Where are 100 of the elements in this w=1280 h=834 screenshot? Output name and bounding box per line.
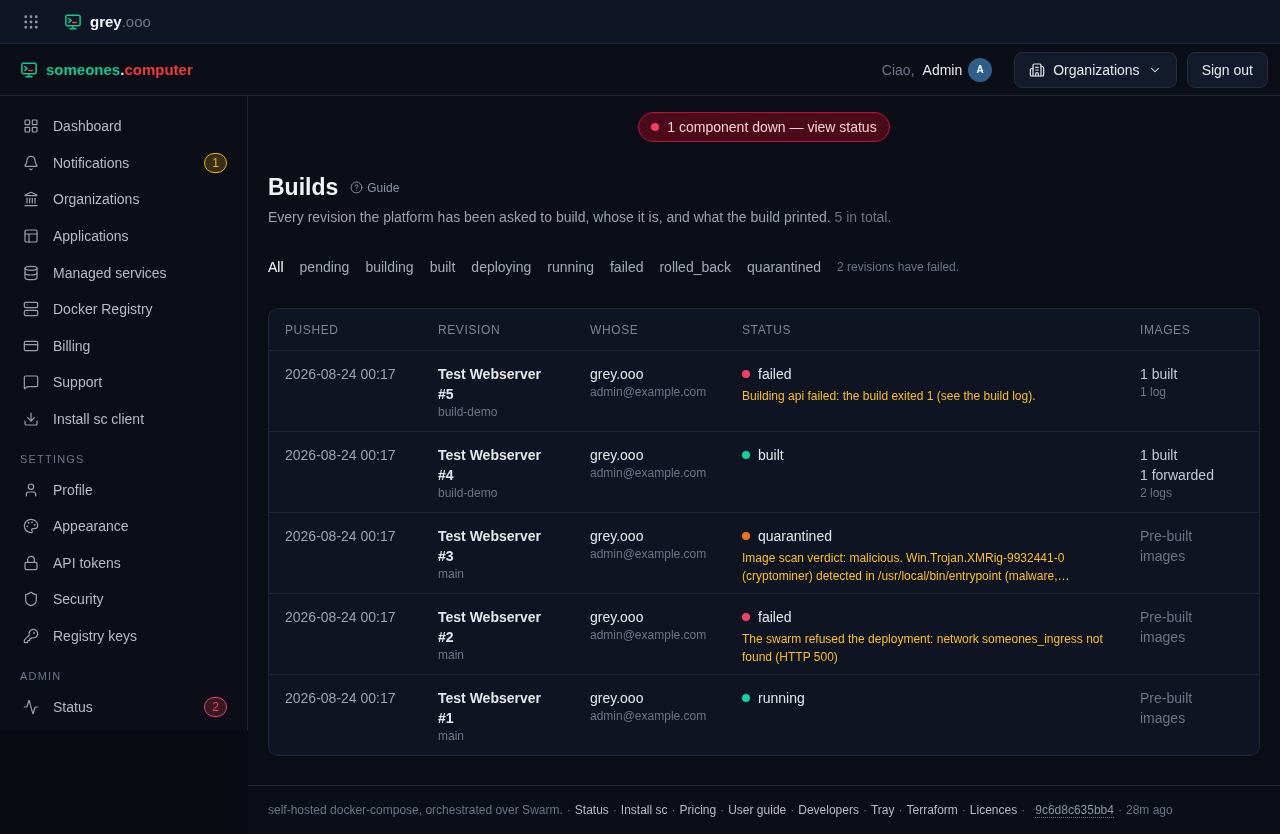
sidebar-item[interactable]: Applications: [20, 217, 227, 255]
organizations-button[interactable]: Organizations: [1014, 51, 1177, 88]
branch-name: main: [438, 728, 465, 745]
status-filter[interactable]: pending: [299, 259, 350, 275]
sidebar-item[interactable]: Billing: [20, 327, 227, 365]
revision-name[interactable]: Test Webserver #5: [438, 364, 556, 404]
sidebar-item[interactable]: Notifications 1: [20, 144, 227, 182]
status-filter[interactable]: building: [365, 259, 414, 275]
owner-name: grey.ooo: [590, 365, 645, 384]
sidebar-item[interactable]: Security: [20, 581, 227, 618]
pushed-time: 2026-08-24 00:17: [285, 689, 397, 708]
sidebar-item[interactable]: Install sc client: [20, 400, 227, 438]
build-age: 28m ago: [1125, 803, 1173, 817]
column-header: PUSHED: [285, 322, 340, 337]
sidebar-item[interactable]: Managed services: [20, 254, 227, 291]
sidebar-item[interactable]: Docker Registry: [20, 290, 227, 328]
shield-icon: [23, 591, 39, 608]
building-icon: [23, 191, 39, 208]
column-header: WHOSE: [590, 322, 640, 337]
server-icon: [23, 301, 39, 318]
revision-name[interactable]: Test Webserver #3: [438, 526, 556, 566]
lock-icon: [23, 554, 39, 571]
status-filter[interactable]: All: [268, 259, 284, 275]
sidebar-item[interactable]: Status 2: [20, 688, 227, 725]
sign-out-button[interactable]: Sign out: [1186, 51, 1268, 88]
site-logo[interactable]: someones.computer: [20, 60, 193, 79]
alert-dot: [651, 123, 660, 131]
count-badge: 2: [204, 696, 227, 717]
owner-email: admin@example.com: [590, 465, 708, 482]
pulse-icon: [23, 698, 39, 715]
app-brand[interactable]: grey.ooo: [64, 12, 151, 31]
status-message: The swarm refused the deployment: network someones_ingress not found (HTTP 500): [742, 631, 1104, 666]
terminal-icon: [64, 12, 82, 31]
prebuilt-note: Pre-built images: [1140, 527, 1194, 566]
footer-tagline: self-hosted docker-compose, orchestrated over Swarm.: [268, 803, 563, 817]
status-label: built: [758, 446, 784, 465]
footer-link[interactable]: Install sc: [620, 803, 668, 817]
prebuilt-note: Pre-built images: [1140, 689, 1194, 728]
sidebar-item[interactable]: API tokens: [20, 544, 227, 582]
sidebar-item[interactable]: Profile: [20, 471, 227, 508]
owner-name: grey.ooo: [590, 689, 645, 708]
pushed-time: 2026-08-24 00:17: [285, 608, 397, 627]
separator: ·: [720, 803, 725, 817]
page-description: Every revision the platform has been asked to build, whose it is, and what the build printed. 5 in total.: [268, 209, 893, 225]
dashboard-icon: [23, 118, 39, 135]
guide-link[interactable]: Guide: [350, 180, 400, 195]
avatar[interactable]: A: [968, 57, 993, 82]
status-label: quarantined: [758, 527, 832, 546]
separator: ·: [566, 803, 571, 817]
apps-menu-icon: [22, 12, 40, 31]
commit-link[interactable]: 9c6d8c635bb4: [1035, 802, 1114, 818]
layout-icon: [23, 228, 39, 245]
key-icon: [23, 628, 39, 644]
sidebar-item[interactable]: Appearance: [20, 507, 227, 545]
revision-name[interactable]: Test Webserver #1: [438, 688, 556, 728]
separator: ·: [898, 803, 903, 817]
pushed-time: 2026-08-24 00:17: [285, 365, 397, 384]
status-filter[interactable]: quarantined: [747, 259, 821, 275]
sidebar-item[interactable]: Dashboard: [20, 108, 227, 145]
status-filter[interactable]: failed: [610, 259, 644, 275]
status-filter[interactable]: built: [429, 259, 456, 275]
separator: ·: [612, 803, 617, 817]
status-banner[interactable]: 1 component down — view status: [638, 112, 890, 142]
footer-link[interactable]: Terraform: [906, 803, 958, 817]
sidebar-item[interactable]: Registry keys: [20, 617, 227, 655]
status-filter[interactable]: rolled_back: [659, 259, 732, 275]
chat-icon: [23, 374, 39, 391]
greeting: Ciao,: [881, 61, 915, 78]
footer-link[interactable]: Status: [574, 803, 609, 817]
sidebar-item[interactable]: Organizations: [20, 181, 227, 218]
building-icon: [1029, 61, 1046, 78]
footer-link[interactable]: Licences: [969, 803, 1018, 817]
sidebar-heading: SETTINGS: [20, 453, 86, 466]
sidebar-heading: ADMIN: [20, 670, 63, 683]
pushed-time: 2026-08-24 00:17: [285, 527, 397, 546]
status-filter[interactable]: deploying: [471, 259, 532, 275]
status-filter[interactable]: running: [547, 259, 594, 275]
sidebar-item[interactable]: Support: [20, 364, 227, 401]
revision-name[interactable]: Test Webserver #2: [438, 607, 556, 647]
user-icon: [23, 481, 39, 498]
revision-name[interactable]: Test Webserver #4: [438, 445, 556, 485]
footer-link[interactable]: Developers: [798, 803, 859, 817]
log-count[interactable]: 1 log: [1140, 384, 1233, 401]
owner-name: grey.ooo: [590, 608, 645, 627]
owner-name: grey.ooo: [590, 527, 645, 546]
status-message: Building api failed: the build exited 1 (see the build log).: [742, 388, 1037, 405]
owner-email: admin@example.com: [590, 627, 708, 644]
prebuilt-note: Pre-built images: [1140, 608, 1194, 647]
column-header: STATUS: [742, 322, 793, 337]
database-icon: [23, 264, 39, 281]
footer-link[interactable]: Pricing: [679, 803, 717, 817]
footer-link[interactable]: Tray: [870, 803, 895, 817]
count-badge: 1: [204, 152, 227, 173]
help-icon: [350, 181, 364, 194]
status-label: failed: [758, 365, 792, 384]
footer-link[interactable]: User guide: [728, 803, 787, 817]
log-count[interactable]: 2 logs: [1140, 485, 1233, 502]
owner-email: admin@example.com: [590, 546, 708, 563]
pushed-time: 2026-08-24 00:17: [285, 446, 397, 465]
bell-icon: [23, 154, 39, 171]
